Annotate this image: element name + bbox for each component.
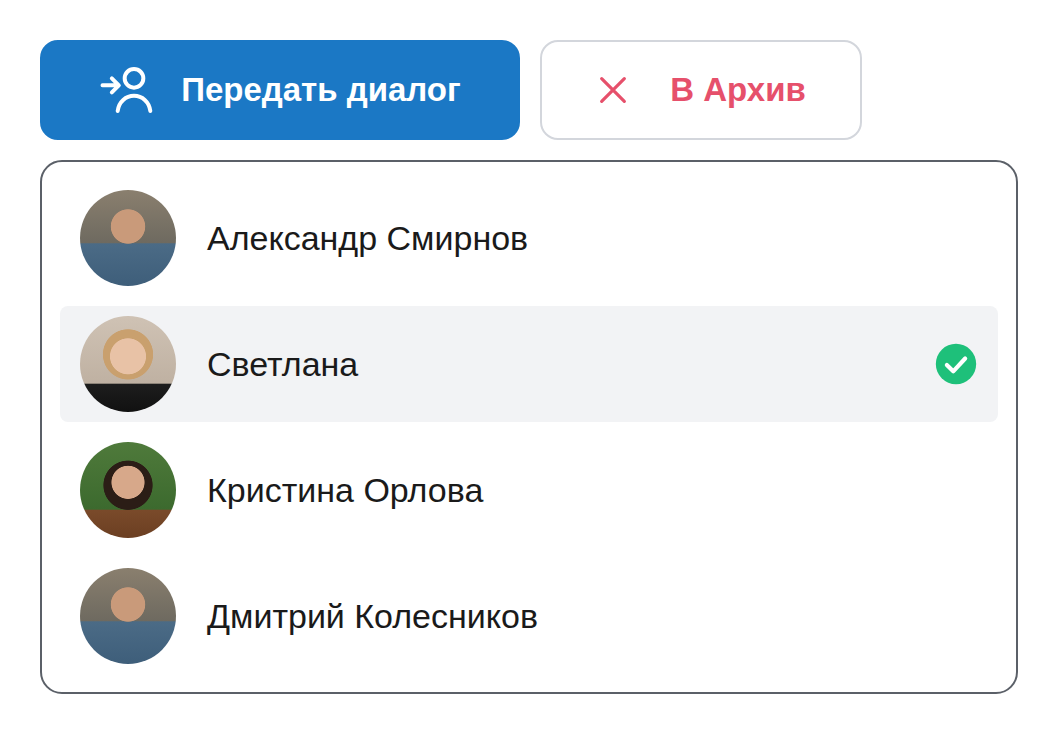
operator-list: Александр Смирнов Светлана Кристина Орлова… bbox=[40, 160, 1018, 694]
operator-name: Кристина Орлова bbox=[207, 470, 978, 511]
button-label: В Архив bbox=[670, 65, 805, 115]
close-x-icon bbox=[596, 73, 630, 107]
operator-name: Александр Смирнов bbox=[207, 218, 978, 259]
transfer-user-icon bbox=[99, 62, 155, 118]
operator-avatar bbox=[80, 442, 176, 538]
operator-avatar bbox=[80, 316, 176, 412]
operator-avatar bbox=[80, 190, 176, 286]
operator-name: Дмитрий Колесников bbox=[207, 596, 978, 637]
selected-check-icon bbox=[934, 342, 978, 386]
transfer-button[interactable]: Передать диалог bbox=[40, 40, 520, 140]
operator-item[interactable]: Светлана bbox=[60, 306, 998, 422]
archive-button[interactable]: В Архив bbox=[540, 40, 862, 140]
button-label: Передать диалог bbox=[181, 65, 461, 115]
operator-avatar bbox=[80, 568, 176, 664]
operator-name: Светлана bbox=[207, 344, 903, 385]
operator-item[interactable]: Кристина Орлова bbox=[60, 432, 998, 548]
operator-item[interactable]: Александр Смирнов bbox=[60, 180, 998, 296]
operator-item[interactable]: Дмитрий Колесников bbox=[60, 558, 998, 674]
